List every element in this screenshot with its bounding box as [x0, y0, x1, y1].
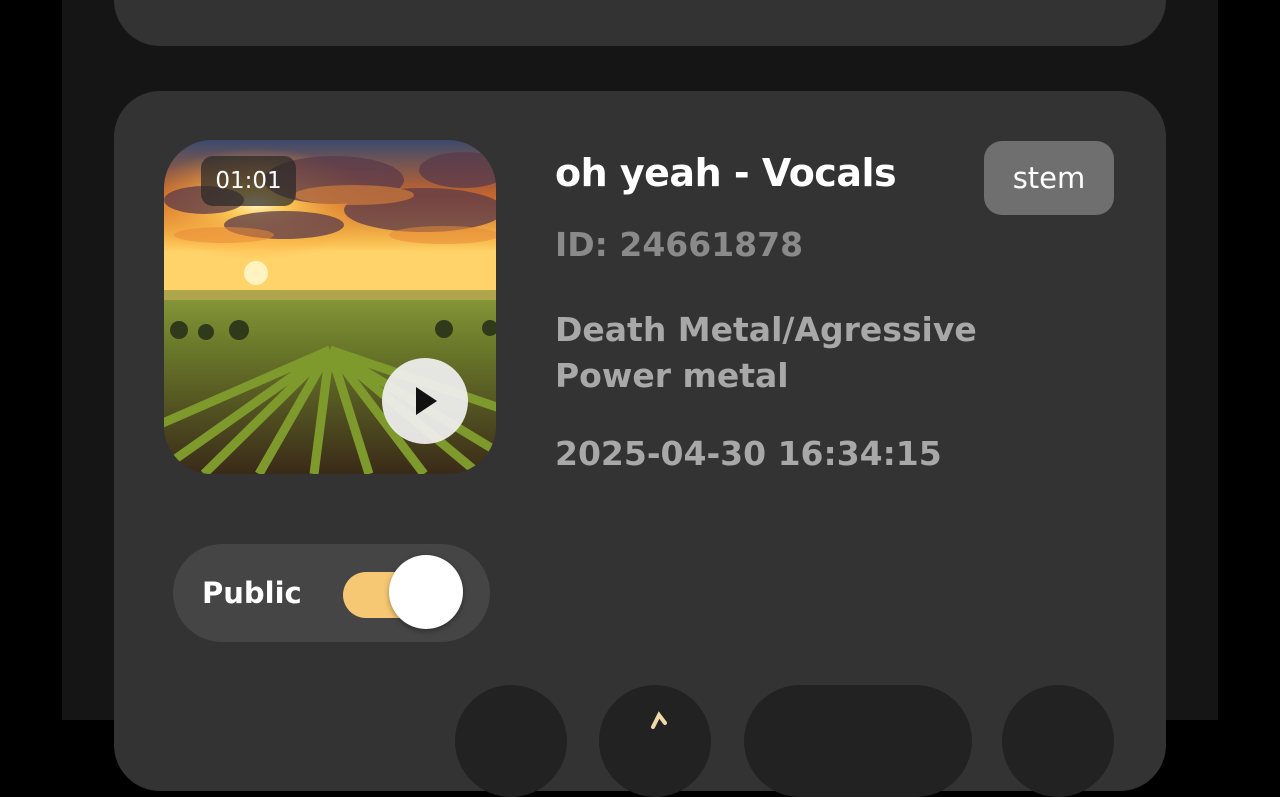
track-genre: Death Metal/Agressive Power metal [555, 307, 977, 399]
play-icon [416, 387, 437, 415]
share-icon [651, 711, 667, 729]
public-label: Public [202, 576, 302, 610]
public-toggle[interactable] [343, 555, 463, 629]
stem-badge[interactable]: stem [984, 141, 1114, 215]
track-title: oh yeah - Vocals [555, 151, 897, 195]
action-button-1[interactable] [455, 685, 567, 797]
track-genre-line-1: Death Metal/Agressive [555, 310, 977, 349]
track-genre-line-2: Power metal [555, 356, 789, 395]
app-container: 01:01 oh yeah - Vocals stem ID: 24661878… [62, 0, 1218, 797]
duration-badge: 01:01 [201, 156, 296, 206]
action-button-4[interactable] [1002, 685, 1114, 797]
track-card: 01:01 oh yeah - Vocals stem ID: 24661878… [114, 91, 1166, 797]
previous-track-card [114, 0, 1166, 46]
track-created-at: 2025-04-30 16:34:15 [555, 434, 942, 473]
public-toggle-thumb [389, 555, 463, 629]
play-button[interactable] [382, 358, 468, 444]
action-button-3[interactable] [744, 685, 972, 797]
track-id: ID: 24661878 [555, 225, 804, 264]
public-visibility-control: Public [173, 544, 490, 642]
cover-art[interactable]: 01:01 [164, 140, 496, 474]
action-button-2[interactable] [599, 685, 711, 797]
